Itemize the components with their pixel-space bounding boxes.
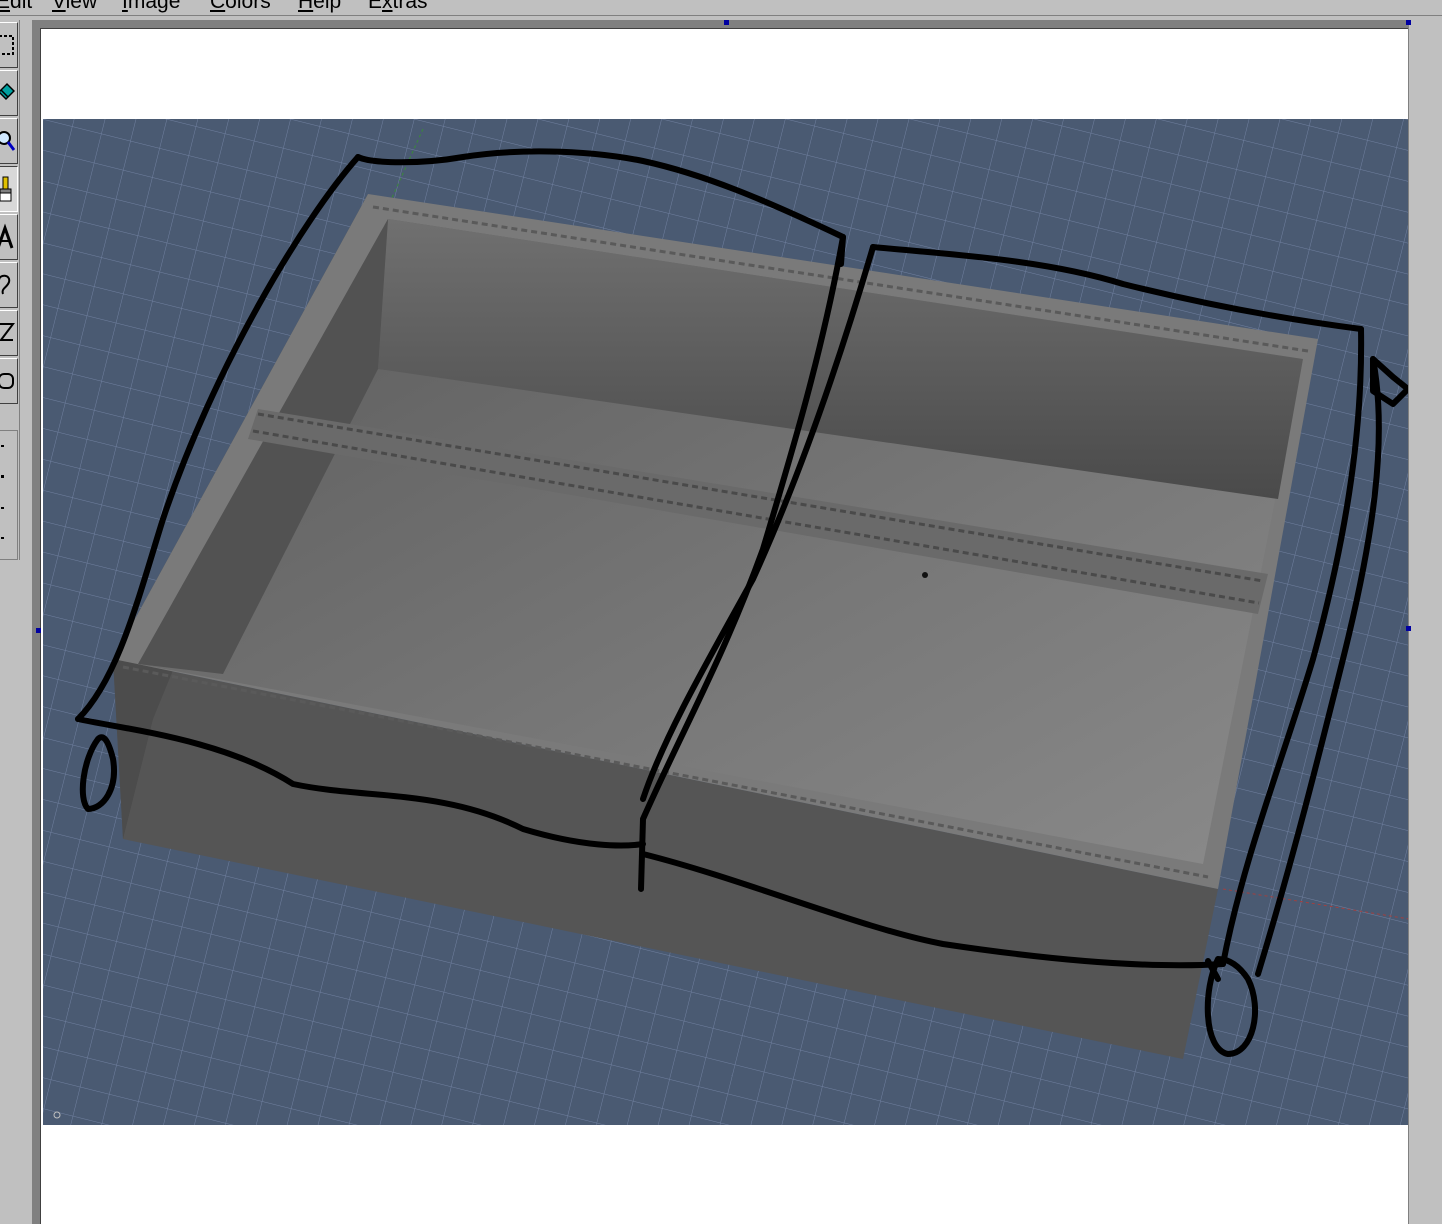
menu-help[interactable]: Help bbox=[298, 0, 341, 14]
right-window-edge bbox=[1408, 20, 1442, 1224]
menu-colors[interactable]: Colors bbox=[210, 0, 271, 14]
magnifier-icon bbox=[0, 131, 15, 151]
menu-view[interactable]: View bbox=[52, 0, 97, 14]
menu-extras[interactable]: Extras bbox=[368, 0, 428, 14]
paint-bucket-icon bbox=[0, 82, 15, 101]
canvas-workspace bbox=[32, 20, 1412, 1224]
tool-rounded-rect[interactable] bbox=[0, 358, 18, 404]
toolbox bbox=[0, 20, 20, 560]
width-option-4[interactable] bbox=[1, 537, 4, 539]
tool-paint-bucket[interactable] bbox=[0, 70, 18, 116]
resize-handle-top[interactable] bbox=[724, 20, 729, 25]
rect-select-icon bbox=[0, 35, 14, 55]
drawing-canvas[interactable] bbox=[40, 28, 1409, 1224]
menu-image[interactable]: Image bbox=[122, 0, 180, 14]
tool-magnifier[interactable] bbox=[0, 118, 18, 164]
brush-icon bbox=[0, 176, 12, 202]
polygon-icon bbox=[0, 323, 15, 341]
tool-curve[interactable] bbox=[0, 262, 18, 308]
resize-handle-top-right[interactable] bbox=[1406, 20, 1411, 25]
paint-application: Edit View Image Colors Help Extras bbox=[0, 0, 1442, 1224]
resize-handle-right[interactable] bbox=[1406, 626, 1411, 631]
tool-polygon[interactable] bbox=[0, 310, 18, 356]
resize-handle-left[interactable] bbox=[36, 628, 41, 633]
tool-rect-select[interactable] bbox=[0, 22, 18, 68]
tool-text[interactable] bbox=[0, 214, 18, 260]
tool-brush[interactable] bbox=[0, 166, 18, 212]
text-icon bbox=[0, 223, 14, 249]
width-option-2[interactable] bbox=[1, 475, 4, 478]
width-option-1[interactable] bbox=[1, 445, 4, 447]
menu-edit[interactable]: Edit bbox=[0, 0, 32, 14]
menu-bar: Edit View Image Colors Help Extras bbox=[0, 0, 1442, 16]
brush-width-options[interactable] bbox=[0, 430, 18, 560]
curve-icon bbox=[0, 274, 11, 295]
width-option-3[interactable] bbox=[1, 507, 4, 509]
rounded-rect-icon bbox=[0, 373, 14, 389]
pasted-3d-render[interactable] bbox=[43, 119, 1409, 1125]
